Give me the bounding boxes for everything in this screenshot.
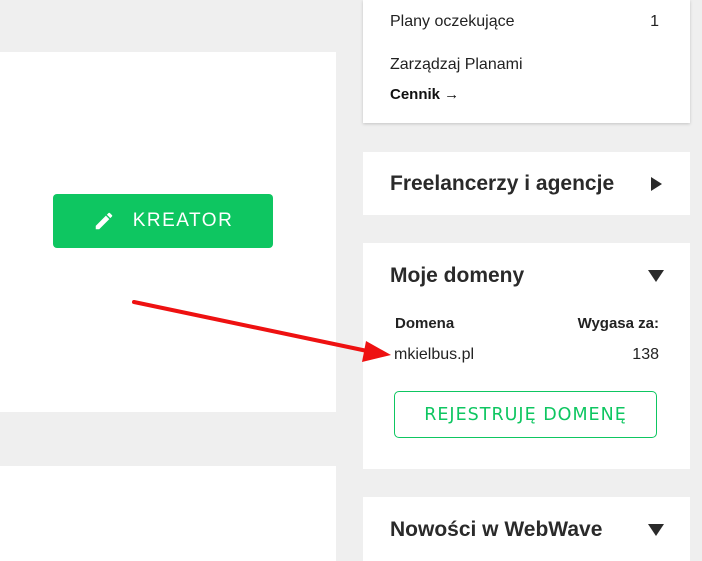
- triangle-down-icon[interactable]: [648, 268, 664, 284]
- freelancers-title: Freelancerzy i agencje: [390, 172, 615, 195]
- triangle-down-icon[interactable]: [648, 522, 664, 538]
- pending-plans-label: Plany oczekujące: [390, 13, 515, 30]
- domains-card: Moje domeny Domena Wygasa za: mkielbus.p…: [363, 243, 690, 469]
- pricing-link[interactable]: Cennik →: [390, 86, 459, 103]
- register-domain-button[interactable]: REJESTRUJĘ DOMENĘ: [394, 391, 657, 438]
- manage-plans-link[interactable]: Zarządzaj Planami: [390, 56, 659, 74]
- manage-plans-label: Zarządzaj Planami: [390, 56, 523, 73]
- pencil-icon: [93, 210, 115, 232]
- domain-name[interactable]: mkielbus.pl: [394, 346, 474, 364]
- news-card[interactable]: Nowości w WebWave: [363, 497, 690, 561]
- secondary-panel: [0, 466, 336, 561]
- kreator-label: KREATOR: [132, 210, 234, 231]
- expires-column-header: Wygasa za:: [577, 315, 659, 332]
- pending-plans-row[interactable]: Plany oczekujące 1: [390, 13, 659, 31]
- domain-column-header: Domena: [395, 315, 455, 332]
- freelancers-card[interactable]: Freelancerzy i agencje: [363, 152, 690, 215]
- kreator-button[interactable]: KREATOR: [53, 194, 273, 248]
- pending-plans-count: 1: [650, 13, 659, 30]
- plans-card: Plany oczekujące 1 Zarządzaj Planami Cen…: [363, 0, 690, 123]
- news-title: Nowości w WebWave: [390, 518, 603, 541]
- domains-title: Moje domeny: [390, 264, 525, 287]
- domain-expires-days: 138: [632, 346, 659, 363]
- triangle-right-icon[interactable]: [648, 176, 664, 192]
